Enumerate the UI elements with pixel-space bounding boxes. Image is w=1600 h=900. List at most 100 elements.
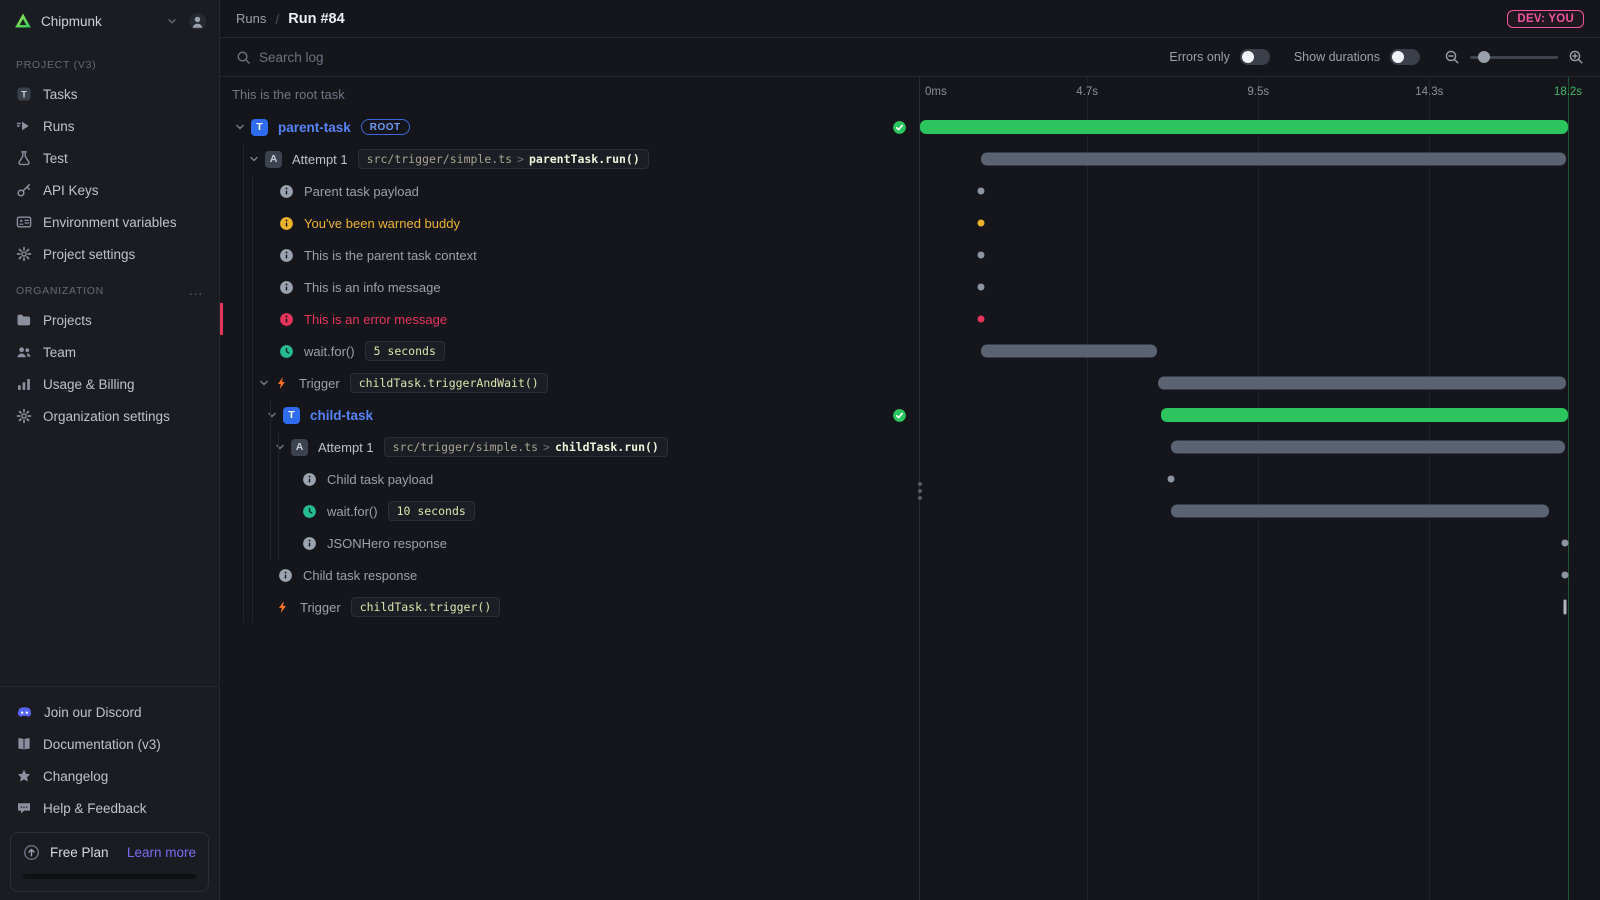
- zoom-out-icon[interactable]: [1444, 49, 1460, 65]
- tree-row-parent-attempt-1[interactable]: AAttempt 1src/trigger/simple.ts>parentTa…: [220, 143, 919, 175]
- section-menu-button[interactable]: ...: [189, 288, 203, 294]
- tree-row-label: child-task: [310, 408, 373, 423]
- timeline-event-dot[interactable]: [1561, 540, 1568, 547]
- timeline-zoom-slider[interactable]: [1470, 50, 1558, 64]
- tree-row-log-info-message[interactable]: This is an info message: [220, 271, 919, 303]
- sidebar-section-header: ORGANIZATION...: [10, 278, 209, 304]
- timeline-event-dot[interactable]: [1168, 476, 1175, 483]
- timeline-event-dot[interactable]: [977, 188, 984, 195]
- timeline-event-dot[interactable]: [977, 252, 984, 259]
- search-box[interactable]: [236, 50, 1169, 65]
- zoom-in-icon[interactable]: [1568, 49, 1584, 65]
- tree-row-label: Parent task payload: [304, 184, 419, 199]
- tree-row-parent-task[interactable]: Tparent-task ROOT: [220, 111, 919, 143]
- errors-only-toggle[interactable]: [1240, 49, 1270, 65]
- sidebar-item-project-settings[interactable]: Project settings: [10, 238, 209, 270]
- sidebar-item-api-keys[interactable]: API Keys: [10, 174, 209, 206]
- tree-row-child-attempt-1[interactable]: AAttempt 1src/trigger/simple.ts>childTas…: [220, 431, 919, 463]
- plan-name: Free Plan: [50, 845, 109, 860]
- timeline-row-trigger-child: [920, 591, 1568, 623]
- timeline-span-bar[interactable]: [1158, 377, 1566, 390]
- timeline-tick-label: 4.7s: [1076, 86, 1098, 98]
- chevron-down-icon[interactable]: [165, 14, 179, 28]
- learn-more-link[interactable]: Learn more: [127, 845, 196, 860]
- tree-row-log-child-task-payload[interactable]: Child task payload: [220, 463, 919, 495]
- search-input[interactable]: [259, 50, 559, 65]
- sidebar-item-changelog[interactable]: Changelog: [10, 760, 209, 792]
- timeline-event-dot[interactable]: [977, 316, 984, 323]
- sidebar-item-usage-billing[interactable]: Usage & Billing: [10, 368, 209, 400]
- sidebar-footer: Join our Discord Documentation (v3)Change…: [0, 686, 219, 900]
- sidebar-item-documentation-v3-[interactable]: Documentation (v3): [10, 728, 209, 760]
- tree-row-log-parent-task-context[interactable]: This is the parent task context: [220, 239, 919, 271]
- tree-indent-guide: [270, 399, 271, 559]
- chevron-down-icon: [266, 409, 278, 421]
- sidebar-item-label: Join our Discord: [44, 705, 142, 720]
- breadcrumb-runs[interactable]: Runs: [236, 11, 266, 26]
- timeline-instant-tick[interactable]: [1564, 600, 1567, 615]
- sidebar-item-runs[interactable]: Runs: [10, 110, 209, 142]
- sidebar-item-label: Runs: [43, 119, 75, 134]
- timeline-event-dot[interactable]: [1561, 572, 1568, 579]
- timeline-tick-label: 18.2s: [1554, 86, 1582, 98]
- code-badge: 10 seconds: [388, 501, 475, 521]
- tree-indent-guide: [278, 431, 279, 559]
- upgrade-arrow-icon: [23, 844, 40, 861]
- sidebar-section-label: ORGANIZATION: [16, 285, 104, 297]
- tree-row-trigger-child[interactable]: TriggerchildTask.trigger(): [220, 591, 919, 623]
- timeline-event-dot[interactable]: [977, 284, 984, 291]
- tree-row-trigger-and-wait[interactable]: TriggerchildTask.triggerAndWait(): [220, 367, 919, 399]
- timeline-tick-label: 0ms: [925, 86, 947, 98]
- tree-row-label: You've been warned buddy: [304, 216, 460, 231]
- sidebar-item-environment-variables[interactable]: Environment variables: [10, 206, 209, 238]
- timeline-row-wait-5s: [920, 335, 1568, 367]
- resize-grip-icon[interactable]: [918, 482, 922, 486]
- root-badge: ROOT: [361, 119, 410, 135]
- tree-row-log-warning[interactable]: You've been warned buddy: [220, 207, 919, 239]
- sidebar-item-tasks[interactable]: TTasks: [10, 78, 209, 110]
- root-task-description: This is the root task: [220, 77, 919, 111]
- main-area: Runs / Run #84 DEV: YOU Errors only Show…: [220, 0, 1600, 900]
- sidebar-item-organization-settings[interactable]: Organization settings: [10, 400, 209, 432]
- sidebar-section-label: PROJECT (V3): [16, 59, 96, 71]
- timeline-span-bar[interactable]: [981, 153, 1566, 166]
- tree-indent-guide: [252, 175, 253, 623]
- code-separator: >: [512, 152, 529, 166]
- tree-row-wait-5s[interactable]: wait.for()5 seconds: [220, 335, 919, 367]
- timeline-row-trigger-and-wait: [920, 367, 1568, 399]
- timeline-span-bar[interactable]: [981, 345, 1157, 358]
- tree-row-label: This is an info message: [304, 280, 441, 295]
- app-root: Chipmunk PROJECT (V3) TTasks Runs TestAPI K…: [0, 0, 1600, 900]
- tree-row-label: Trigger: [300, 600, 341, 615]
- tree-row-log-parent-task-payload[interactable]: Parent task payload: [220, 175, 919, 207]
- sidebar-item-help-feedback[interactable]: Help & Feedback: [10, 792, 209, 824]
- workspace-switcher[interactable]: Chipmunk: [0, 0, 219, 42]
- tree-row-log-jsonhero-response[interactable]: JSONHero response: [220, 527, 919, 559]
- errors-only-label: Errors only: [1169, 50, 1229, 64]
- code-path: src/trigger/simple.ts: [367, 152, 512, 166]
- timeline-span-bar[interactable]: [1171, 505, 1548, 518]
- sidebar-item-team[interactable]: Team: [10, 336, 209, 368]
- info-icon: [278, 568, 293, 583]
- tree-row-child-task[interactable]: Tchild-task: [220, 399, 919, 431]
- sidebar-item-projects[interactable]: Projects: [10, 304, 209, 336]
- show-durations-toggle[interactable]: [1390, 49, 1420, 65]
- task-icon: T: [251, 119, 268, 136]
- sidebar-item-join-our-discord[interactable]: Join our Discord: [10, 696, 209, 728]
- info-icon: [279, 248, 294, 263]
- tree-indent-guide: [243, 143, 244, 623]
- tree-row-label: Attempt 1: [318, 440, 374, 455]
- gear-icon: [16, 408, 32, 424]
- tree-row-log-child-task-response[interactable]: Child task response: [220, 559, 919, 591]
- tree-row-log-error-message[interactable]: This is an error message: [220, 303, 919, 335]
- timeline-span-bar[interactable]: [1161, 408, 1568, 422]
- timeline-span-bar[interactable]: [1171, 441, 1564, 454]
- timeline-span-bar[interactable]: [920, 120, 1568, 134]
- code-badge: src/trigger/simple.ts>parentTask.run(): [358, 149, 649, 169]
- panel-resize-divider[interactable]: [919, 77, 920, 900]
- tree-row-wait-10s[interactable]: wait.for()10 seconds: [220, 495, 919, 527]
- sidebar-item-test[interactable]: Test: [10, 142, 209, 174]
- tree-row-label: parent-task: [278, 120, 351, 135]
- avatar[interactable]: [188, 12, 207, 31]
- timeline-event-dot[interactable]: [977, 220, 984, 227]
